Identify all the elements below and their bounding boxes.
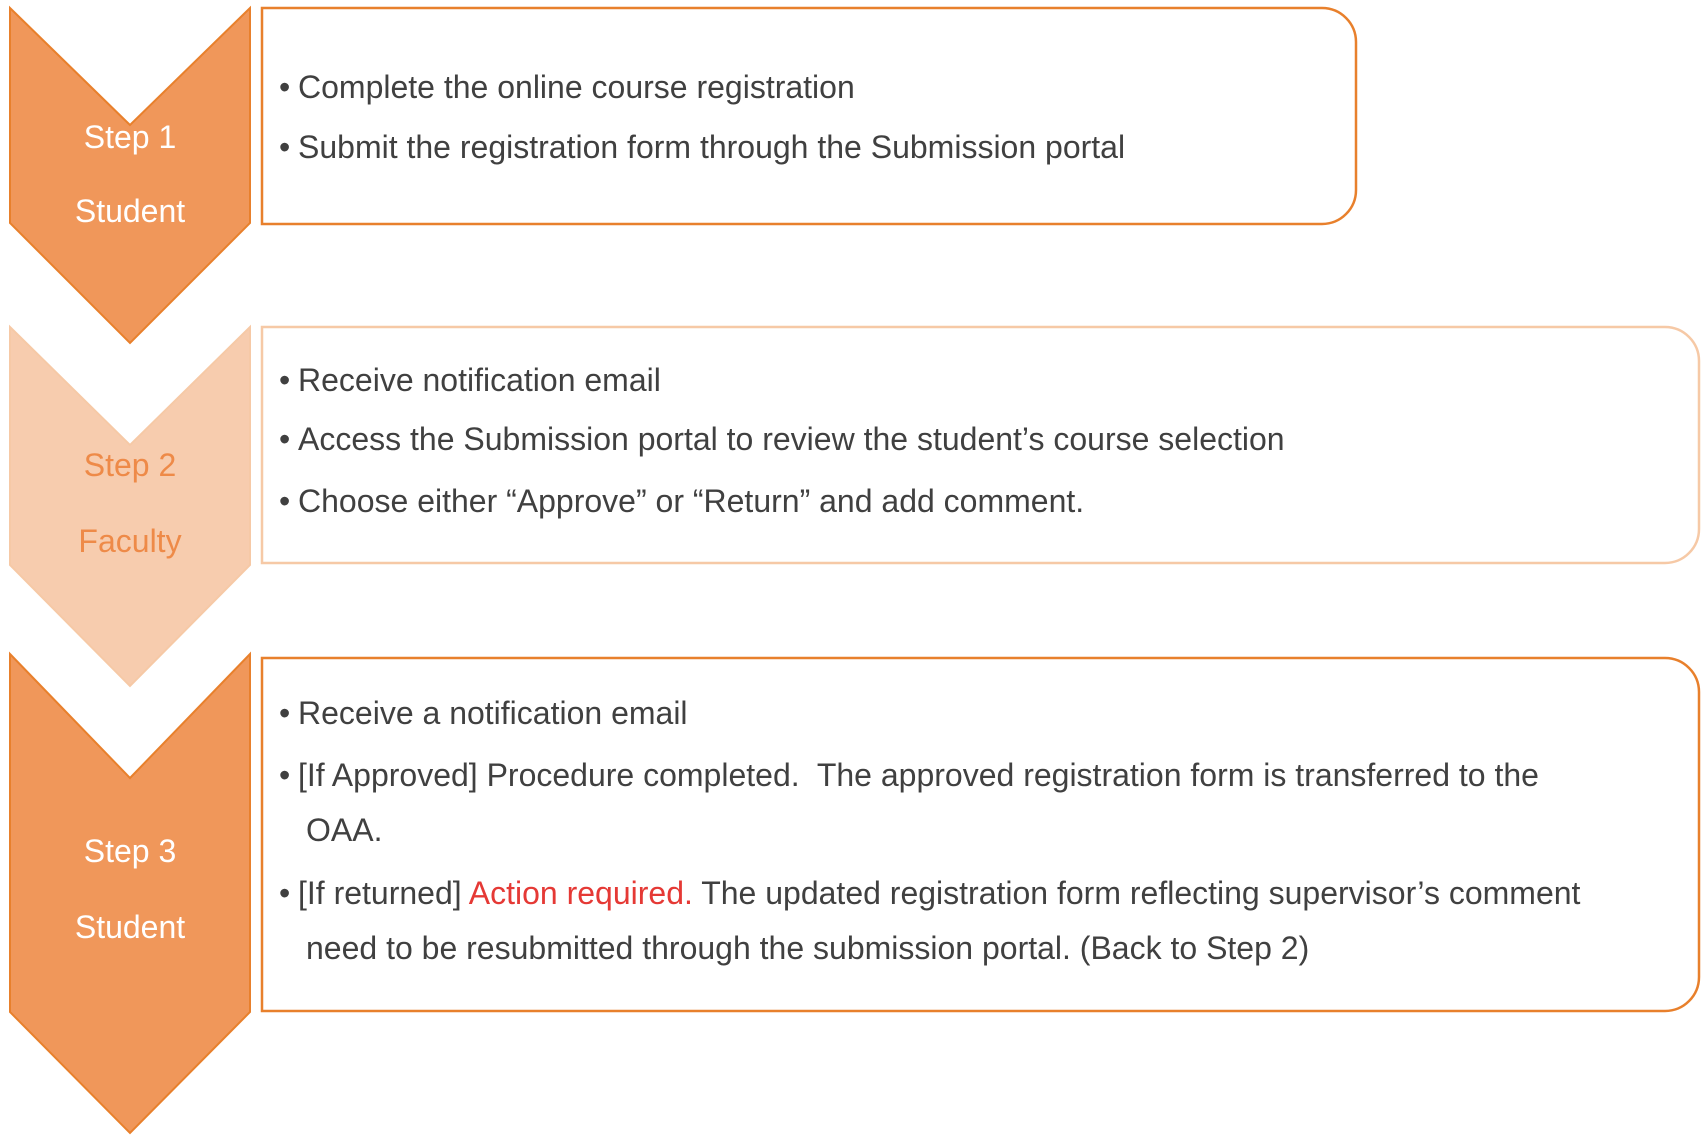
step-2: Step 2 Faculty • Receive notification ema… [0, 324, 1701, 688]
step-2-bullet-1: • Receive notification email [0, 362, 705, 398]
step-3-bullet-2-continuation: OAA. [306, 812, 382, 848]
step-3-number-label: Step 3 [84, 833, 177, 869]
step-3-bullet-1: • Receive a notification email [0, 695, 732, 731]
step-2-number-label: Step 2 [84, 447, 177, 483]
step-1-chevron [9, 5, 251, 345]
step-3: Step 3 Student • Receive a notification e… [0, 651, 1701, 1135]
step-3-bullet-3-continuation: need to be resubmitted through the submi… [306, 930, 1309, 966]
step-1: Step 1 Student • Complete the online cour… [0, 5, 1358, 345]
registration-process-flow-diagram: Step 1 Student • Complete the online cour… [0, 5, 1701, 1135]
step-3-role-label: Student [75, 909, 185, 945]
step-1-content-box [260, 6, 1358, 226]
step-1-bullet-1: • Complete the online course registration [0, 69, 899, 105]
step-1-role-label: Student [75, 193, 185, 229]
step-1-number-label: Step 1 [84, 119, 177, 155]
step-2-role-label: Faculty [78, 523, 181, 559]
action-required-highlight: Action required. [469, 875, 693, 911]
